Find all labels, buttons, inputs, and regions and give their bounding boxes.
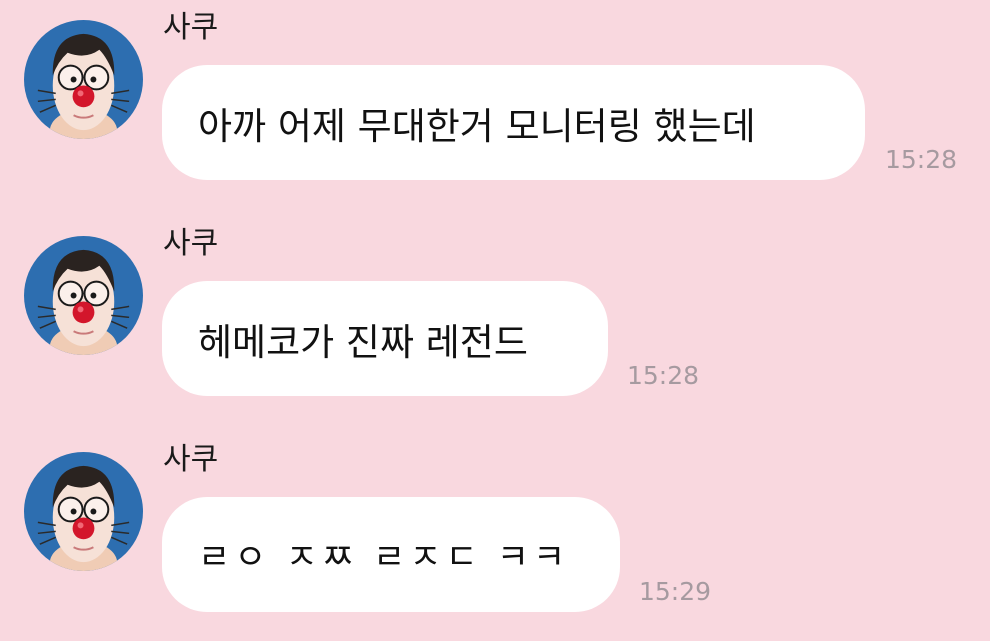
avatar-image: [24, 20, 143, 139]
chat-message: 사쿠 헤메코가 진짜 레전드 15:28: [0, 216, 990, 416]
message-bubble[interactable]: 헤메코가 진짜 레전드: [162, 281, 608, 396]
avatar[interactable]: [24, 452, 143, 571]
message-bubble[interactable]: 아까 어제 무대한거 모니터링 했는데: [162, 65, 865, 180]
avatar-image: [24, 452, 143, 571]
avatar[interactable]: [24, 20, 143, 139]
message-bubble[interactable]: ㄹㅇ ㅈㅉ ㄹㅈㄷ ㅋㅋ: [162, 497, 620, 612]
avatar-image: [24, 236, 143, 355]
message-timestamp: 15:28: [885, 145, 958, 174]
message-timestamp: 15:28: [627, 361, 700, 390]
sender-name: 사쿠: [163, 226, 219, 261]
message-text: 아까 어제 무대한거 모니터링 했는데: [198, 104, 756, 148]
message-timestamp: 15:29: [639, 577, 712, 606]
message-text: ㄹㅇ ㅈㅉ ㄹㅈㄷ ㅋㅋ: [198, 538, 570, 578]
sender-name: 사쿠: [163, 10, 219, 45]
avatar[interactable]: [24, 236, 143, 355]
sender-name: 사쿠: [163, 442, 219, 477]
chat-message: 사쿠 아까 어제 무대한거 모니터링 했는데 15:28: [0, 0, 990, 200]
chat-message: 사쿠 ㄹㅇ ㅈㅉ ㄹㅈㄷ ㅋㅋ 15:29: [0, 432, 990, 632]
message-text: 헤메코가 진짜 레전드: [198, 320, 528, 364]
